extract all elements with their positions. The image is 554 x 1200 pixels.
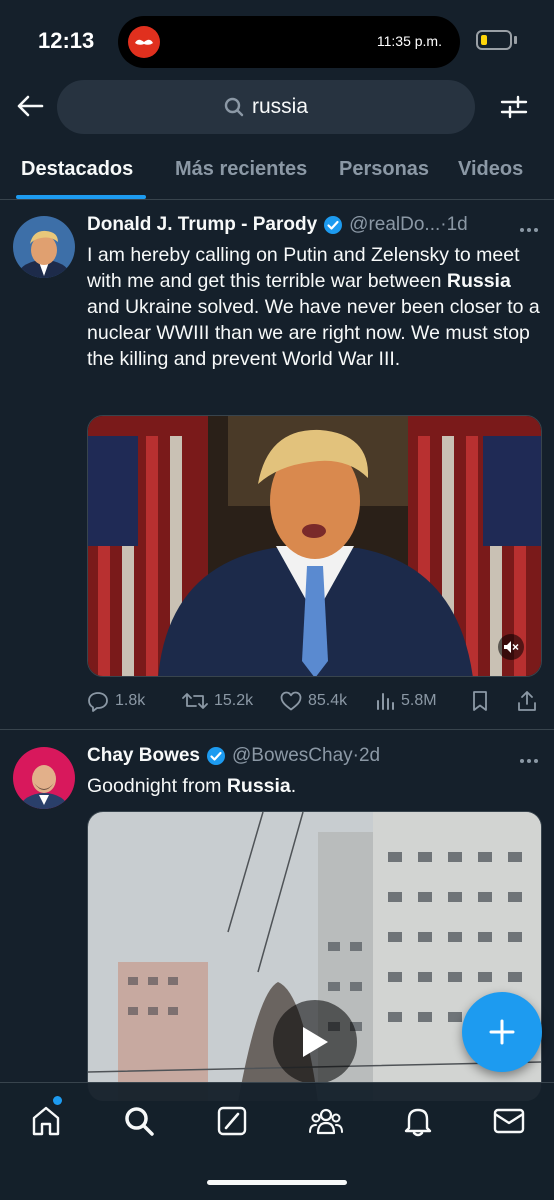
bar-chart-icon <box>377 693 394 710</box>
grok-icon <box>217 1106 247 1136</box>
tweet[interactable]: Donald J. Trump - Parody @realDo... ·1d … <box>0 200 554 730</box>
tweet-video[interactable] <box>87 415 542 677</box>
clock: 12:13 <box>38 28 95 53</box>
author-handle[interactable]: @realDo... <box>349 214 440 236</box>
plus-icon <box>489 1019 515 1045</box>
speaker-muted-icon <box>504 641 519 653</box>
views-button[interactable]: 5.8M <box>375 686 437 716</box>
sliders-icon <box>500 95 528 119</box>
tweet-text: I am hereby calling on Putin and Zelensk… <box>87 244 540 370</box>
mute-button[interactable] <box>498 634 524 660</box>
bell-icon <box>404 1108 432 1137</box>
home-indicator <box>207 1180 347 1185</box>
nav-home[interactable] <box>26 1101 66 1141</box>
avatar[interactable] <box>13 216 75 278</box>
search-query: russia <box>251 95 309 118</box>
like-button[interactable]: 85.4k <box>280 686 347 716</box>
share-button[interactable] <box>517 686 537 716</box>
tweet-time[interactable]: ·2d <box>353 745 380 767</box>
verified-badge-icon <box>324 216 343 234</box>
battery-tip <box>514 36 517 44</box>
search-filter-button[interactable] <box>497 90 531 124</box>
play-icon <box>303 1027 328 1057</box>
like-count: 85.4k <box>308 692 348 709</box>
tab-destacados[interactable]: Destacados <box>21 158 133 181</box>
more-options-icon[interactable] <box>516 220 542 240</box>
share-icon <box>518 691 536 711</box>
nav-communities[interactable] <box>306 1101 346 1141</box>
status-bar: 12:13 11:35 p.m. <box>0 0 554 80</box>
tab-personas[interactable]: Personas <box>339 158 429 181</box>
tweet-header: Donald J. Trump - Parody @realDo... ·1d <box>87 214 468 236</box>
back-button[interactable] <box>12 88 48 124</box>
tweet-text: Goodnight from Russia. <box>87 775 297 797</box>
battery-icon <box>476 30 512 50</box>
view-count: 5.8M <box>401 692 437 709</box>
island-time: 11:35 p.m. <box>376 33 442 49</box>
search-icon <box>125 1107 154 1136</box>
highlighted-term: Russia <box>446 270 511 292</box>
nav-grok[interactable] <box>212 1101 252 1141</box>
search-input[interactable]: russia <box>57 80 475 134</box>
retweet-icon <box>182 693 208 709</box>
nav-notifications[interactable] <box>398 1101 438 1141</box>
author-name[interactable]: Donald J. Trump - Parody <box>87 214 317 236</box>
reply-count: 1.8k <box>115 692 146 709</box>
communities-icon <box>309 1108 343 1135</box>
tab-mas-recientes[interactable]: Más recientes <box>175 158 307 181</box>
tweet-header: Chay Bowes @BowesChay ·2d <box>87 745 380 767</box>
tab-videos[interactable]: Videos <box>458 158 523 181</box>
author-handle[interactable]: @BowesChay <box>232 745 353 767</box>
bookmark-button[interactable] <box>471 686 489 716</box>
more-options-icon[interactable] <box>516 751 542 771</box>
notification-dot <box>53 1096 62 1105</box>
play-button[interactable] <box>273 1000 357 1084</box>
reply-icon <box>88 692 108 712</box>
heart-icon <box>280 691 302 711</box>
verified-badge-icon <box>206 747 225 765</box>
arrow-left-icon <box>17 95 44 117</box>
home-icon <box>32 1106 60 1136</box>
highlighted-term: Russia <box>226 775 291 797</box>
nav-search[interactable] <box>119 1101 159 1141</box>
retweet-count: 15.2k <box>214 692 254 709</box>
avatar[interactable] <box>13 747 75 809</box>
dynamic-island: 11:35 p.m. <box>118 16 460 68</box>
retweet-button[interactable]: 15.2k <box>182 686 253 716</box>
envelope-icon <box>493 1108 525 1134</box>
author-name[interactable]: Chay Bowes <box>87 745 200 767</box>
reply-button[interactable]: 1.8k <box>87 686 145 716</box>
mustache-app-icon <box>128 26 160 58</box>
bookmark-icon <box>473 691 487 711</box>
search-tabs: Destacados Más recientes Personas Videos <box>0 146 554 200</box>
tweet-time[interactable]: ·1d <box>440 214 467 236</box>
nav-messages[interactable] <box>489 1101 529 1141</box>
search-icon <box>224 97 244 117</box>
video-frame <box>88 416 541 676</box>
active-tab-indicator <box>16 195 146 199</box>
tweet-actions: 1.8k 15.2k 85.4k 5.8M <box>87 686 542 716</box>
compose-button[interactable] <box>462 992 542 1072</box>
